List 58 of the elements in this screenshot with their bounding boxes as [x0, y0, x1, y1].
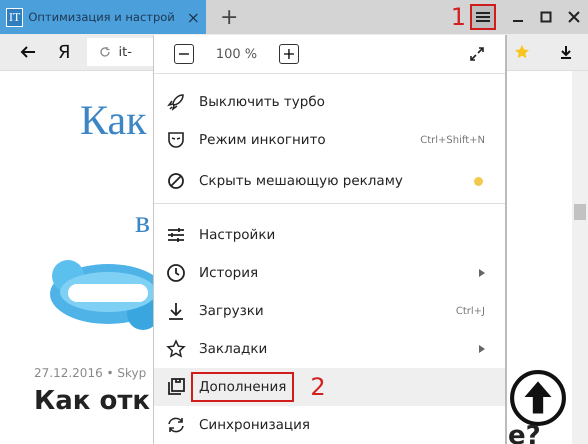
menu-item[interactable]: Закладки — [154, 330, 505, 368]
submenu-arrow-icon — [479, 269, 485, 277]
menu-item[interactable]: Синхронизация — [154, 406, 505, 444]
fullscreen-icon[interactable] — [469, 46, 485, 62]
reload-icon[interactable] — [98, 46, 111, 58]
scrollbar[interactable] — [572, 71, 588, 444]
tab-close-button[interactable]: × — [186, 8, 200, 26]
address-text: it- — [118, 44, 132, 60]
keyboard-shortcut: Ctrl+J — [456, 306, 485, 316]
menu-item[interactable]: Загрузки Ctrl+J — [154, 292, 505, 330]
site-favicon: IT — [6, 8, 24, 26]
annotation-number: 2 — [310, 373, 326, 401]
back-icon[interactable] — [20, 44, 36, 60]
menu-item-label: Загрузки — [199, 303, 264, 319]
mask-icon — [166, 130, 186, 150]
browser-tab[interactable]: IT Оптимизация и настрой × — [0, 0, 206, 34]
article-meta: 27.12.2016 • Skyp — [34, 366, 146, 380]
menu-item[interactable]: Дополнения 2 — [154, 368, 505, 406]
menu-item-label: Закладки — [199, 341, 268, 357]
menu-item[interactable]: Выключить турбо — [154, 83, 505, 121]
close-icon[interactable] — [568, 11, 580, 23]
clock-icon — [166, 263, 186, 283]
sliders-icon — [166, 225, 186, 245]
rocket-icon — [166, 92, 186, 112]
menu-item[interactable]: Режим инкогнито Ctrl+Shift+N — [154, 121, 505, 159]
article-subheading: в — [135, 203, 150, 240]
annotation-number: 1 — [450, 3, 466, 31]
menu-item[interactable]: История — [154, 254, 505, 292]
menu-item-label: Скрыть мешающую рекламу — [199, 173, 403, 189]
download-icon[interactable] — [558, 44, 574, 60]
menu-item-label: Синхронизация — [199, 417, 310, 433]
menu-item[interactable]: Скрыть мешающую рекламу — [154, 159, 505, 204]
article-title: Как отк — [34, 386, 150, 416]
article-heading: Как — [80, 97, 147, 145]
sync-icon — [166, 415, 186, 435]
browser-logo[interactable]: Я — [58, 42, 71, 62]
menu-item-label: Дополнения — [191, 372, 294, 402]
menu-item-label: История — [199, 265, 258, 281]
menu-item-label: Выключить турбо — [199, 94, 325, 110]
zoom-level: 100 % — [214, 46, 258, 62]
zoom-in-button[interactable]: + — [279, 44, 299, 64]
menu-button[interactable] — [470, 4, 496, 30]
article-title: е? — [508, 421, 541, 444]
zoom-out-button[interactable]: − — [174, 44, 194, 64]
addons-icon — [166, 377, 186, 397]
new-tab-button[interactable]: + — [214, 4, 244, 30]
menu-item-label: Режим инкогнито — [199, 132, 326, 148]
block-icon — [166, 171, 186, 191]
star-outline-icon — [166, 339, 186, 359]
star-icon[interactable] — [514, 44, 530, 60]
tab-title: Оптимизация и настрой — [28, 10, 176, 24]
maximize-icon[interactable] — [540, 11, 552, 23]
download-icon — [166, 301, 186, 321]
submenu-arrow-icon — [479, 345, 485, 353]
menu-item[interactable]: Настройки — [154, 216, 505, 254]
menu-icon — [476, 11, 490, 23]
keyboard-shortcut: Ctrl+Shift+N — [420, 134, 485, 146]
menu-item-label: Настройки — [199, 227, 276, 243]
